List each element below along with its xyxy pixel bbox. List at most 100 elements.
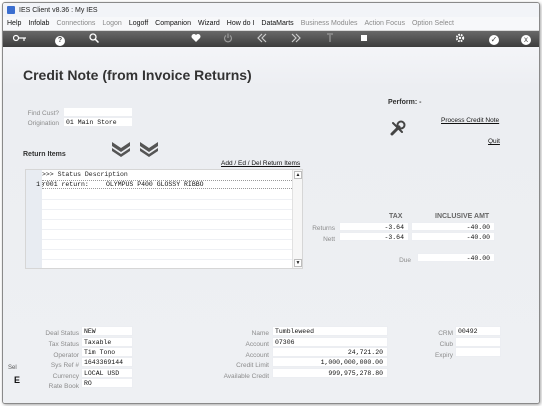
- due-label: Due: [399, 257, 411, 264]
- key-icon[interactable]: [12, 33, 27, 45]
- grid-scrollbar[interactable]: ▲ ▼: [292, 170, 302, 268]
- menu-companion[interactable]: Companion: [155, 20, 191, 27]
- returns-tax-field: -3.64: [339, 222, 409, 231]
- rate-book-field: RO: [81, 378, 133, 388]
- menu-logoff[interactable]: Logoff: [129, 20, 148, 27]
- close-icon[interactable]: x: [519, 33, 533, 45]
- menu-connections[interactable]: Connections: [56, 20, 95, 27]
- tax-status-label: Tax Status: [48, 341, 79, 348]
- due-amount-field: -40.00: [417, 253, 495, 262]
- menu-how-do-i[interactable]: How do I: [227, 20, 255, 27]
- return-items-label: Return Items: [23, 151, 66, 158]
- rewind-icon[interactable]: [255, 33, 269, 45]
- fast-forward-icon[interactable]: [289, 33, 303, 45]
- sys-ref-field: 1643369144: [81, 357, 133, 367]
- help-icon[interactable]: ?: [53, 33, 67, 46]
- account-number-field: 07306: [272, 337, 388, 347]
- sys-ref-label: Sys Ref #: [50, 362, 79, 369]
- title-bar: IES Client v8.36 : My IES: [3, 3, 539, 17]
- main-content: Credit Note (from Invoice Returns) Find …: [3, 47, 539, 403]
- returns-inclusive-field: -40.00: [411, 222, 495, 231]
- upload-icon[interactable]: [323, 33, 337, 45]
- currency-field: LOCAL USD: [81, 368, 133, 378]
- menu-option-select[interactable]: Option Select: [412, 20, 454, 27]
- operator-label: Operator: [53, 352, 79, 359]
- add-edit-return-items-link[interactable]: Add / Ed / Del Return Items: [221, 160, 300, 167]
- scroll-up-icon[interactable]: ▲: [294, 171, 302, 179]
- expand-down-icon[interactable]: [111, 141, 131, 157]
- process-credit-note-link[interactable]: Process Credit Note: [441, 117, 499, 124]
- check-icon[interactable]: ✓: [487, 33, 501, 45]
- quit-link[interactable]: Quit: [488, 138, 500, 145]
- expiry-field: [455, 347, 501, 357]
- menu-action-focus[interactable]: Action Focus: [365, 20, 405, 27]
- row-separator: [42, 209, 294, 210]
- window-title: IES Client v8.36 : My IES: [19, 6, 98, 14]
- account-balance-field: 24,721.20: [272, 347, 388, 357]
- page-title: Credit Note (from Invoice Returns): [23, 67, 252, 83]
- help-glyph: ?: [55, 36, 65, 46]
- customer-name-field: Tumbleweed: [272, 326, 388, 336]
- tools-icon: [389, 119, 407, 137]
- row-separator: [42, 199, 294, 200]
- club-label: Club: [439, 341, 453, 348]
- row-separator: [42, 259, 294, 260]
- check-glyph: ✓: [489, 35, 499, 45]
- menu-wizard[interactable]: Wizard: [198, 20, 220, 27]
- menu-datamarts[interactable]: DataMarts: [261, 20, 293, 27]
- available-credit-field: 999,975,278.80: [272, 368, 388, 378]
- row-status: r001 return:: [42, 181, 89, 188]
- grid-header: >>> Status Description: [42, 171, 128, 178]
- returns-label: Returns: [312, 225, 335, 232]
- table-row[interactable]: 1 r001 return: OLYMPUS P400 GLOSSY RIBBO: [26, 180, 294, 189]
- nett-label: Nett: [323, 236, 335, 243]
- row-description: OLYMPUS P400 GLOSSY RIBBO: [106, 181, 204, 188]
- heart-icon[interactable]: [189, 33, 203, 45]
- scroll-down-icon[interactable]: ▼: [294, 259, 302, 267]
- menu-infolab[interactable]: Infolab: [28, 20, 49, 27]
- deal-status-label: Deal Status: [45, 330, 79, 337]
- crm-field: 00492: [455, 326, 501, 336]
- crm-label: CRM: [438, 330, 453, 337]
- nett-inclusive-field: -40.00: [411, 232, 495, 241]
- row-separator: [42, 229, 294, 230]
- account-balance-label: Account: [245, 352, 270, 359]
- collapse-down-icon[interactable]: [139, 141, 159, 157]
- search-icon[interactable]: [87, 33, 101, 45]
- close-glyph: x: [521, 35, 531, 45]
- app-window: IES Client v8.36 : My IES Help Infolab C…: [2, 2, 540, 404]
- return-items-grid: >>> Status Description 1 r001 return: OL…: [25, 169, 303, 269]
- left-edge-text: Sel: [8, 365, 17, 371]
- row-number: 1: [36, 181, 40, 188]
- available-credit-label: Available Credit: [223, 373, 269, 380]
- settings-icon[interactable]: [453, 33, 467, 45]
- row-separator: [42, 219, 294, 220]
- menu-help[interactable]: Help: [7, 20, 21, 27]
- row-separator: [42, 249, 294, 250]
- credit-limit-field: 1,000,000,000.00: [272, 357, 388, 367]
- credit-limit-label: Credit Limit: [236, 362, 269, 369]
- nett-tax-field: -3.64: [339, 232, 409, 241]
- left-edge-letter: E: [14, 375, 21, 385]
- stop-icon[interactable]: [357, 33, 371, 45]
- rate-book-label: Rate Book: [48, 383, 79, 390]
- menu-bar: Help Infolab Connections Logon Logoff Co…: [3, 17, 539, 31]
- perform-label: Perform: -: [388, 99, 422, 106]
- club-field: [455, 337, 501, 347]
- power-icon[interactable]: [221, 33, 235, 45]
- expiry-label: Expiry: [434, 352, 453, 359]
- inclusive-amt-header: INCLUSIVE AMT: [435, 213, 490, 220]
- menu-logon[interactable]: Logon: [102, 20, 121, 27]
- toolbar: ? ✓ x: [3, 31, 539, 47]
- currency-label: Currency: [52, 373, 79, 380]
- menu-business-modules[interactable]: Business Modules: [301, 20, 358, 27]
- origination-field[interactable]: 01 Main Store: [63, 117, 133, 127]
- tax-status-field: Taxable: [81, 337, 133, 347]
- find-cust-input[interactable]: [63, 107, 133, 117]
- deal-status-field: NEW: [81, 326, 133, 336]
- account-label: Account: [245, 341, 270, 348]
- operator-field: Tim Tono: [81, 347, 133, 357]
- row-separator: [42, 239, 294, 240]
- name-label: Name: [251, 330, 269, 337]
- origination-label: Origination: [27, 120, 59, 127]
